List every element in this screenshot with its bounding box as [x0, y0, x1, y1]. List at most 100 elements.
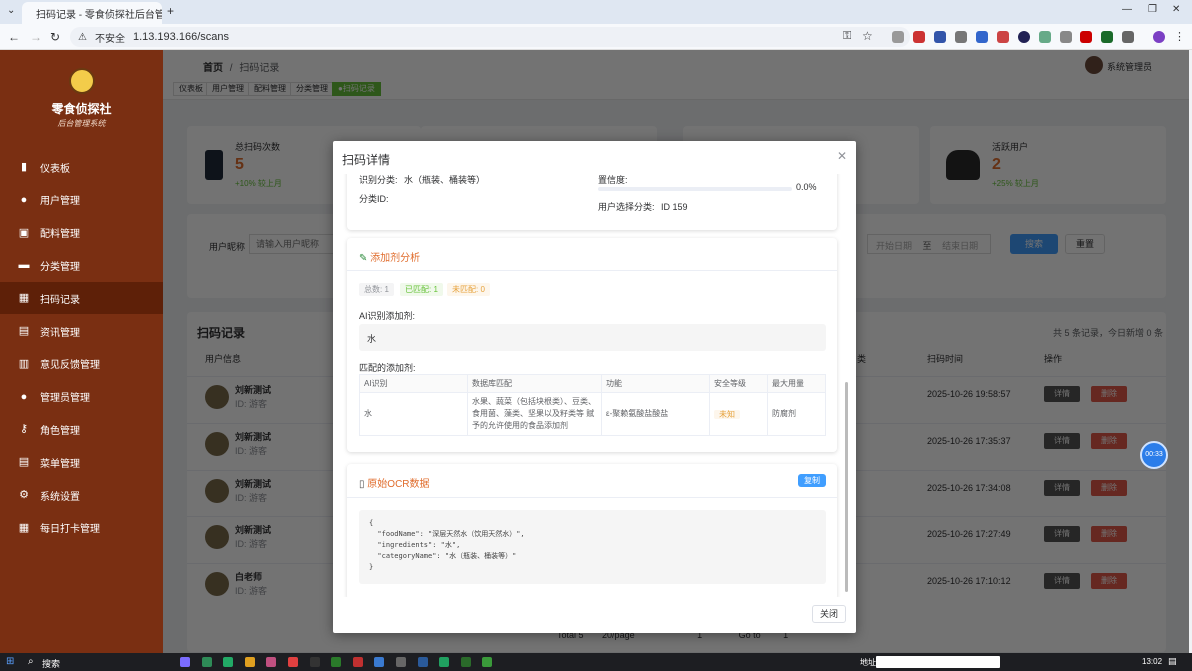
sidebar: 零食侦探社 后台管理系统 ▮ 仪表板 ● 用户管理 ▣ 配料管理 ▬ 分类管理 ▦ 扫码记录 ▤ 资讯…	[0, 50, 163, 653]
tag-dashboard[interactable]: 仪表板	[173, 82, 209, 96]
detail-button[interactable]: 详情	[1044, 432, 1080, 449]
green-extension-icon[interactable]	[1101, 31, 1113, 43]
notification-icon[interactable]: ▤	[1168, 656, 1177, 667]
copy-button[interactable]: 复制	[798, 474, 826, 487]
translate-extension-icon[interactable]	[976, 31, 988, 43]
taskbar-app-icon[interactable]	[374, 657, 385, 667]
taskbar-app-icon[interactable]	[223, 657, 234, 667]
sidebar-item-7[interactable]: ● 管理员管理	[0, 381, 163, 413]
taskbar-app-icon[interactable]	[266, 657, 277, 667]
browser-menu-icon[interactable]: ⋮	[1174, 30, 1185, 43]
detail-button[interactable]: 详情	[1044, 479, 1080, 496]
sidebar-item-4[interactable]: ▦ 扫码记录	[0, 282, 163, 315]
shield-extension-icon[interactable]	[913, 31, 925, 43]
windows-start-icon[interactable]: ⊞	[6, 656, 14, 667]
feedback-icon: ▥	[18, 357, 30, 370]
sidebar-item-1[interactable]: ● 用户管理	[0, 184, 163, 216]
os-taskbar: ⊞ ⌕ 搜索 地址 13:02 ▤	[0, 653, 1192, 671]
profile-avatar-icon[interactable]	[1153, 31, 1165, 43]
sidebar-item-2[interactable]: ▣ 配料管理	[0, 217, 163, 249]
taskbar-app-icon[interactable]	[331, 657, 342, 667]
maximize-icon[interactable]: ❐	[1148, 4, 1157, 15]
cell-ai: 水	[359, 392, 468, 436]
forward-icon[interactable]: →	[30, 30, 42, 44]
screenshot-extension-icon[interactable]	[892, 31, 904, 43]
dialog-scrollbar[interactable]	[845, 382, 848, 592]
taskbar-app-icon[interactable]	[352, 657, 363, 667]
pdf-extension-icon[interactable]	[997, 31, 1009, 43]
taskbar-app-icon[interactable]	[439, 657, 450, 667]
dialog-close-button[interactable]: 关闭	[812, 605, 846, 623]
minimize-icon[interactable]: —	[1122, 4, 1132, 15]
browser-tab[interactable]: 扫码记录 - 零食侦探社后台管理 ✕	[22, 2, 162, 24]
security-label: 不安全	[94, 33, 125, 45]
th-level: 安全等级	[709, 374, 768, 393]
delete-button[interactable]: 删除	[1091, 573, 1127, 590]
taskbar-app-icon[interactable]	[396, 657, 406, 667]
taskbar-app-icon[interactable]	[460, 657, 471, 667]
taskbar-app-icon[interactable]	[309, 657, 320, 667]
address-toolbar-input[interactable]	[876, 656, 1000, 668]
detail-button[interactable]: 详情	[1044, 526, 1080, 543]
copy-extension-icon[interactable]	[955, 31, 967, 43]
start-date-placeholder: 开始日期	[876, 241, 913, 251]
col-user-header: 用户信息	[205, 354, 242, 364]
x-extension-icon[interactable]	[1060, 31, 1072, 43]
browser-toolbar: ← → ↻ ⚠ 不安全 1.13.193.166/scans ⚿ ☆ ⋮	[0, 24, 1192, 50]
taskbar-app-icon[interactable]	[244, 657, 255, 667]
taskbar-app-icon[interactable]	[417, 657, 428, 667]
ai-additives-value: 水	[367, 334, 377, 344]
extensions-puzzle-icon[interactable]	[1122, 31, 1134, 43]
detail-button[interactable]: 详情	[1044, 573, 1080, 590]
bug-extension-icon[interactable]	[934, 31, 946, 43]
delete-button[interactable]: 删除	[1091, 386, 1127, 402]
sidebar-item-0[interactable]: ▮ 仪表板	[0, 151, 163, 183]
detail-button[interactable]: 详情	[1044, 386, 1080, 402]
monitor-extension-icon[interactable]	[1039, 31, 1051, 43]
date-range-input[interactable]: 开始日期 至 结束日期	[867, 234, 991, 254]
dialog-close-icon[interactable]: ✕	[837, 149, 847, 163]
tag-categories[interactable]: 分类管理	[290, 82, 334, 96]
window-close-icon[interactable]: ✕	[1172, 4, 1180, 15]
new-tab-icon[interactable]: +	[167, 4, 174, 18]
tag-ingredients[interactable]: 配料管理	[248, 82, 292, 96]
stat-total-trend: +10% 较上月	[235, 179, 282, 188]
sidebar-item-6[interactable]: ▥ 意见反馈管理	[0, 348, 163, 380]
tag-scans[interactable]: ●扫码记录	[332, 82, 381, 96]
taskbar-app-icon[interactable]	[288, 657, 298, 667]
sidebar-item-5[interactable]: ▤ 资讯管理	[0, 315, 163, 347]
delete-button[interactable]: 删除	[1091, 432, 1127, 449]
cell-max: 防腐剂	[767, 392, 826, 436]
sidebar-item-11[interactable]: ▦ 每日打卡管理	[0, 512, 163, 544]
pdf-tool-extension-icon[interactable]	[1080, 31, 1092, 43]
taskbar-search-label[interactable]: 搜索	[42, 657, 60, 670]
delete-button[interactable]: 删除	[1091, 526, 1127, 543]
taskbar-app-icon[interactable]	[482, 657, 493, 667]
taskbar-app-icon[interactable]	[180, 657, 190, 667]
browser-tab-bar: ⌄ 扫码记录 - 零食侦探社后台管理 ✕ + — ❐ ✕	[0, 0, 1192, 24]
tag-users[interactable]: 用户管理	[206, 82, 250, 96]
sidebar-item-label: 管理员管理	[40, 393, 90, 405]
tab-list-icon[interactable]: ⌄	[7, 5, 15, 16]
reload-icon[interactable]: ↻	[50, 30, 60, 44]
sidebar-item-9[interactable]: ▤ 菜单管理	[0, 446, 163, 478]
delete-button[interactable]: 删除	[1091, 479, 1127, 496]
profile-extension-icon[interactable]	[1018, 31, 1030, 43]
search-button[interactable]: 搜索	[1010, 234, 1058, 254]
reset-button[interactable]: 重置	[1065, 234, 1105, 254]
taskbar-search-icon[interactable]: ⌕	[28, 656, 34, 667]
recognition-section: 识别分类: 水（瓶装、桶装等） 分类ID: 置信度: 0.0% 用户选择分类: …	[347, 174, 837, 230]
nickname-label: 用户昵称	[209, 242, 246, 252]
bookmark-star-icon[interactable]: ☆	[862, 29, 873, 43]
taskbar-app-icon[interactable]	[201, 657, 212, 667]
th-function: 功能	[601, 374, 710, 393]
password-key-icon[interactable]: ⚿	[843, 30, 851, 43]
floating-timer-button[interactable]: 00:33	[1140, 441, 1168, 469]
back-icon[interactable]: ←	[8, 30, 20, 44]
address-bar[interactable]: ⚠ 不安全 1.13.193.166/scans	[70, 27, 910, 47]
sidebar-item-8[interactable]: ⚷ 角色管理	[0, 413, 163, 445]
sidebar-item-10[interactable]: ⚙ 系统设置	[0, 479, 163, 511]
additive-section-header: ✎ 添加剂分析	[359, 249, 420, 264]
sidebar-item-3[interactable]: ▬ 分类管理	[0, 249, 163, 281]
col-time-header[interactable]: 扫码时间	[927, 352, 963, 365]
